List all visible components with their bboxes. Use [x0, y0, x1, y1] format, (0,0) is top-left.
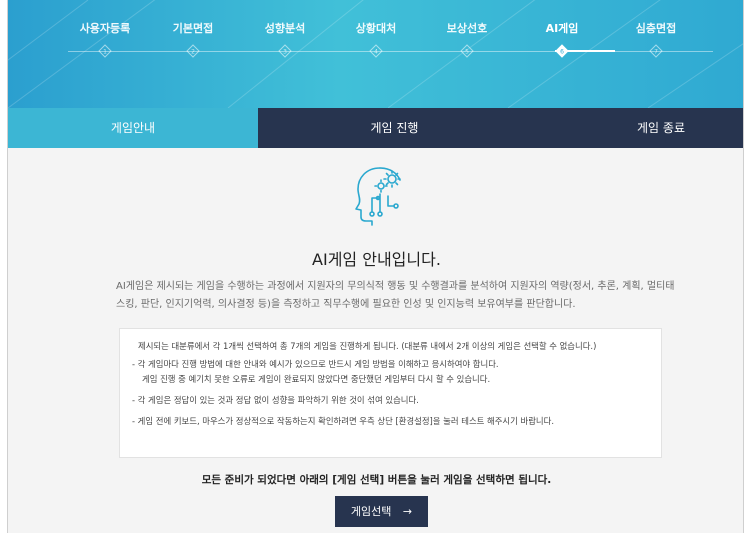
step-line-complete	[68, 51, 555, 52]
game-select-button[interactable]: 게임선택 →	[335, 496, 428, 527]
step-marker-4: 4	[369, 44, 383, 58]
step-reward-preference: 보상선호	[420, 20, 514, 36]
step-label: 심층면접	[635, 22, 677, 35]
game-select-button-label: 게임선택	[350, 505, 392, 518]
step-deep-interview: 심층면접	[609, 20, 703, 36]
notice-error-resume: 게임 진행 중 예기치 못한 오류로 게임이 완료되지 않았다면 중단했던 게임…	[142, 374, 491, 384]
step-label: 상황대처	[355, 22, 397, 35]
notice-box: 제시되는 대분류에서 각 1개씩 선택하여 총 7개의 게임을 진행하게 됩니다…	[119, 328, 662, 458]
step-basic-interview: 기본면접	[146, 20, 240, 36]
arrow-right-icon: →	[402, 505, 413, 518]
step-marker-3: 3	[278, 44, 292, 58]
ai-head-gears-icon	[350, 162, 410, 226]
game-phase-tabs: 게임안내 게임 진행 게임 종료	[8, 108, 743, 148]
page-title: AI게임 안내입니다.	[312, 250, 441, 269]
step-label: 보상선호	[446, 22, 488, 35]
notice-device-check: - 게임 전에 키보드, 마우스가 정상적으로 작동하는지 확인하려면 우측 상…	[132, 416, 554, 426]
notice-game-instructions: - 각 게임마다 진행 방법에 대한 안내와 예시가 있으므로 반드시 게임 방…	[132, 359, 499, 369]
tab-game-end[interactable]: 게임 종료	[531, 108, 743, 148]
step-ai-game: AI게임	[515, 20, 609, 36]
step-label: 성향분석	[264, 22, 306, 35]
step-marker-7: 7	[649, 44, 663, 58]
step-user-registration: 사용자등록	[58, 20, 152, 36]
step-marker-5: 5	[460, 44, 474, 58]
notice-game-count: 제시되는 대분류에서 각 1개씩 선택하여 총 7개의 게임을 진행하게 됩니다…	[138, 341, 597, 351]
step-number: 4	[374, 49, 378, 56]
step-marker-2: 2	[186, 44, 200, 58]
tab-game-guide[interactable]: 게임안내	[8, 108, 258, 148]
step-marker-6-active: 6	[555, 44, 569, 58]
step-number: 1	[103, 49, 107, 56]
step-situation-handling: 상황대처	[329, 20, 423, 36]
step-line-remaining	[615, 51, 713, 52]
ready-instruction: 모든 준비가 되었다면 아래의 [게임 선택] 버튼을 눌러 게임을 선택하면 …	[201, 474, 552, 486]
step-marker-1: 1	[98, 44, 112, 58]
step-list: 사용자등록 기본면접 성향분석 상황대처 보상선호 AI게임 심층면접 1 2 …	[8, 0, 743, 80]
step-number: 2	[191, 49, 195, 56]
step-label: AI게임	[545, 22, 579, 35]
ai-game-description: AI게임은 제시되는 게임을 수행하는 과정에서 지원자의 무의식적 행동 및 …	[116, 281, 675, 310]
tab-game-progress[interactable]: 게임 진행	[258, 108, 531, 148]
step-number: 7	[654, 49, 658, 56]
game-guide-content: AI게임 안내입니다. AI게임은 제시되는 게임을 수행하는 과정에서 지원자…	[8, 148, 743, 533]
step-number: 3	[283, 49, 287, 56]
app-frame: 사용자등록 기본면접 성향분석 상황대처 보상선호 AI게임 심층면접 1 2 …	[7, 0, 744, 533]
step-progress-header: 사용자등록 기본면접 성향분석 상황대처 보상선호 AI게임 심층면접 1 2 …	[8, 0, 743, 108]
step-label: 사용자등록	[79, 22, 131, 35]
step-label: 기본면접	[172, 22, 214, 35]
step-personality-analysis: 성향분석	[238, 20, 332, 36]
step-number: 6	[560, 49, 564, 56]
step-number: 5	[465, 49, 469, 56]
notice-answer-types: - 각 게임은 정답이 있는 것과 정답 없이 성향을 파악하기 위한 것이 섞…	[132, 395, 419, 405]
